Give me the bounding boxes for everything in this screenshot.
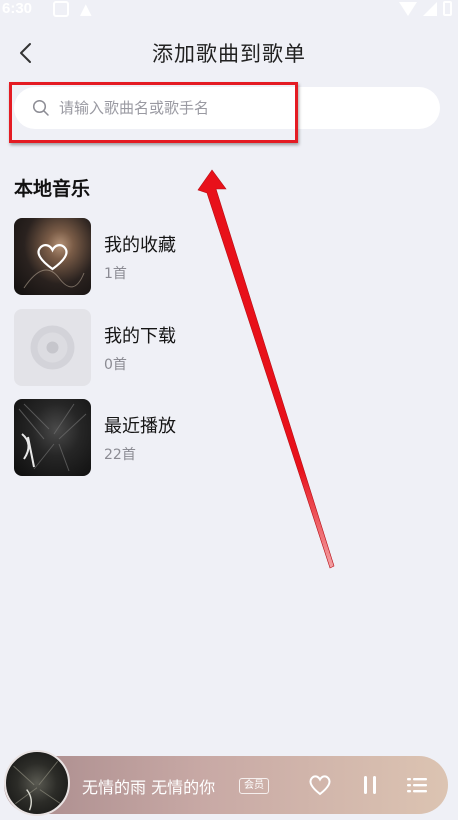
heart-icon	[37, 244, 68, 271]
player-album-cover[interactable]	[4, 750, 70, 816]
list-item-favorites[interactable]: 我的收藏 1首	[14, 218, 434, 296]
signal-icon	[423, 2, 437, 16]
notification-icon	[53, 1, 69, 17]
list-item-count: 22首	[104, 447, 136, 463]
favorites-cover	[14, 218, 91, 295]
recent-cover	[14, 399, 91, 476]
search-bar[interactable]	[14, 87, 440, 129]
search-input[interactable]	[59, 87, 419, 129]
mini-player[interactable]: 无情的雨 无情的你 会员	[4, 750, 448, 816]
playlist-icon[interactable]	[404, 772, 430, 798]
search-icon	[32, 99, 49, 116]
heart-icon[interactable]	[306, 771, 334, 799]
list-item-title: 我的下载	[104, 326, 176, 347]
list-item-downloads[interactable]: 我的下载 0首	[14, 309, 434, 387]
battery-icon	[443, 1, 452, 16]
list-item-recent[interactable]: 最近播放 22首	[14, 399, 434, 477]
header: 添加歌曲到歌单	[0, 30, 458, 76]
list-item-count: 0首	[104, 357, 127, 373]
disc-icon	[30, 325, 75, 370]
downloads-cover	[14, 309, 91, 386]
section-title-local-music: 本地音乐	[14, 178, 91, 200]
pause-icon[interactable]	[357, 772, 383, 798]
status-time: 6:30	[2, 0, 33, 17]
page-title: 添加歌曲到歌单	[152, 42, 306, 66]
list-item-title: 我的收藏	[104, 235, 176, 256]
list-item-title: 最近播放	[104, 416, 176, 437]
wifi-icon	[399, 2, 417, 16]
warning-icon: ▲	[80, 0, 92, 18]
list-item-count: 1首	[104, 266, 127, 282]
player-song-title: 无情的雨 无情的你	[82, 778, 216, 797]
status-bar: 6:30 ▲	[0, 0, 458, 20]
vip-badge: 会员	[239, 778, 269, 794]
